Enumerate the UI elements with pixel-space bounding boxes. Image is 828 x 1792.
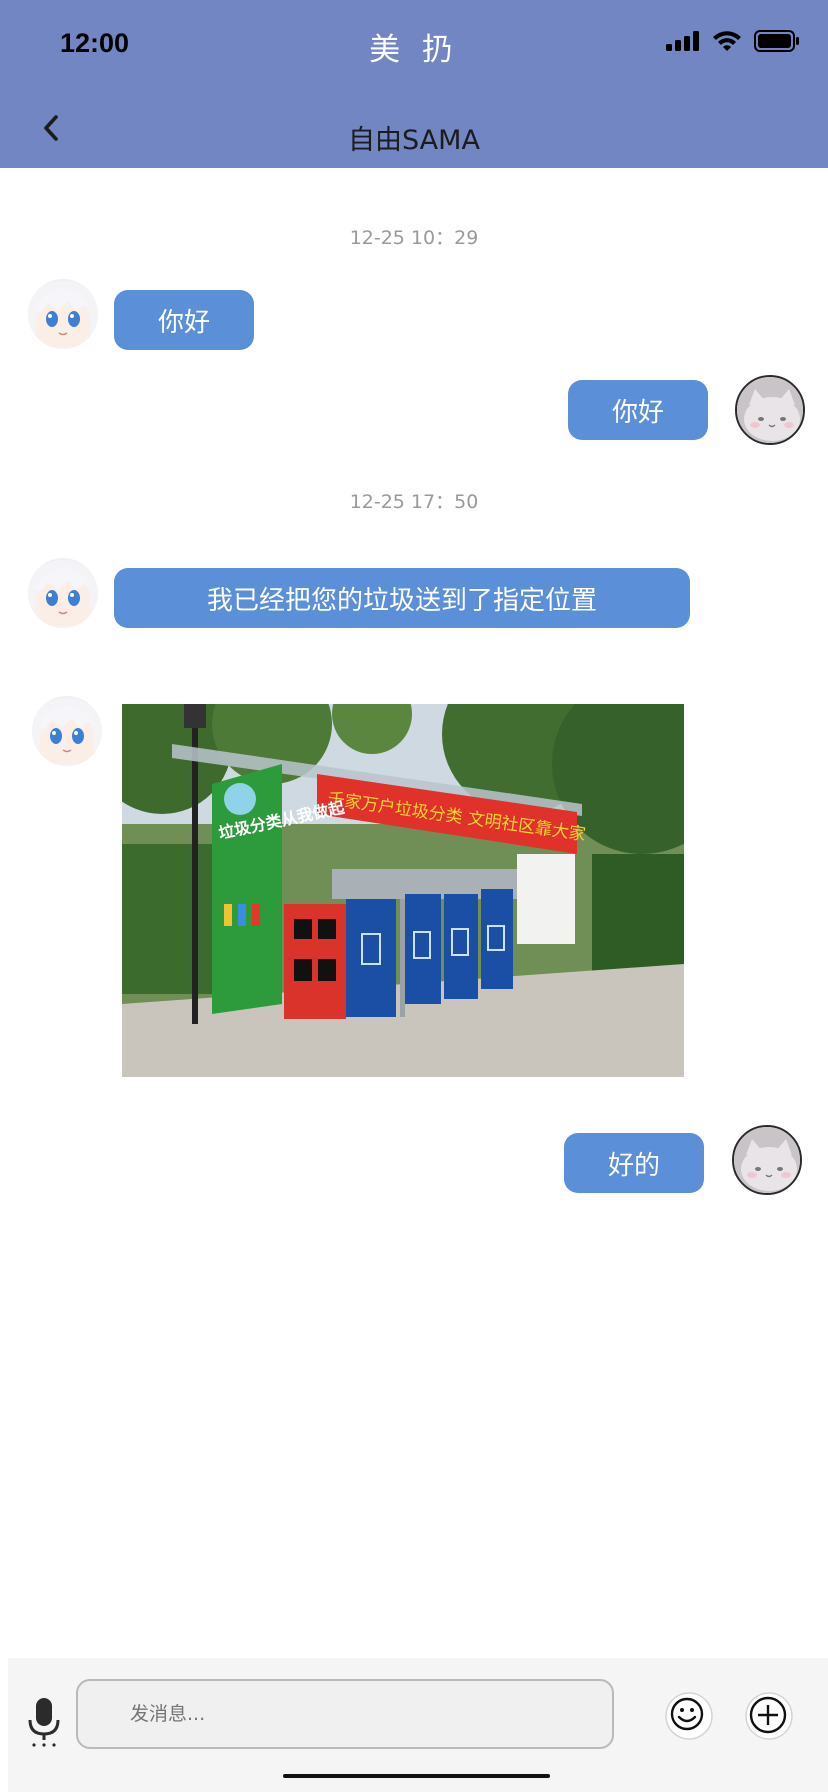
message-bubble[interactable]: 我已经把您的垃圾送到了指定位置 bbox=[114, 568, 690, 628]
contact-avatar[interactable] bbox=[28, 279, 98, 349]
message-bubble[interactable]: 你好 bbox=[114, 290, 254, 350]
cat-avatar-icon bbox=[737, 377, 803, 443]
wifi-icon bbox=[713, 31, 741, 51]
anime-avatar-icon bbox=[28, 558, 98, 628]
message-bubble[interactable]: 你好 bbox=[568, 380, 708, 440]
contact-avatar[interactable] bbox=[28, 558, 98, 628]
self-avatar[interactable] bbox=[735, 375, 805, 445]
chat-title: 自由SAMA bbox=[348, 125, 480, 156]
smile-icon[interactable] bbox=[664, 1691, 714, 1741]
message-text: 你好 bbox=[611, 397, 664, 428]
contact-avatar[interactable] bbox=[32, 696, 102, 766]
anime-avatar-icon bbox=[28, 279, 98, 349]
microphone-icon[interactable] bbox=[24, 1696, 64, 1748]
plus-circle-icon[interactable] bbox=[744, 1691, 794, 1741]
message-text: 好的 bbox=[607, 1150, 660, 1181]
message-input-bar bbox=[8, 1658, 828, 1792]
self-avatar[interactable] bbox=[732, 1125, 802, 1195]
message-bubble[interactable]: 好的 bbox=[564, 1133, 704, 1193]
cat-avatar-icon bbox=[734, 1127, 800, 1193]
battery-icon bbox=[754, 30, 799, 52]
home-indicator bbox=[283, 1774, 550, 1778]
recycling-station-photo: 千家万户垃圾分类 文明社区靠大家 垃圾分类从我做起 bbox=[122, 704, 684, 1077]
message-timestamp: 12-25 10：29 bbox=[349, 227, 479, 249]
message-text: 我已经把您的垃圾送到了指定位置 bbox=[206, 585, 597, 616]
message-text: 你好 bbox=[157, 307, 210, 338]
anime-avatar-icon bbox=[32, 696, 102, 766]
app-header: 12:00 美 扔 自由SAMA bbox=[0, 0, 828, 168]
message-input[interactable] bbox=[76, 1679, 614, 1749]
status-icons bbox=[666, 30, 800, 52]
image-message[interactable]: 千家万户垃圾分类 文明社区靠大家 垃圾分类从我做起 bbox=[122, 704, 684, 1077]
message-timestamp: 12-25 17：50 bbox=[349, 491, 479, 513]
signal-icon bbox=[666, 31, 699, 51]
